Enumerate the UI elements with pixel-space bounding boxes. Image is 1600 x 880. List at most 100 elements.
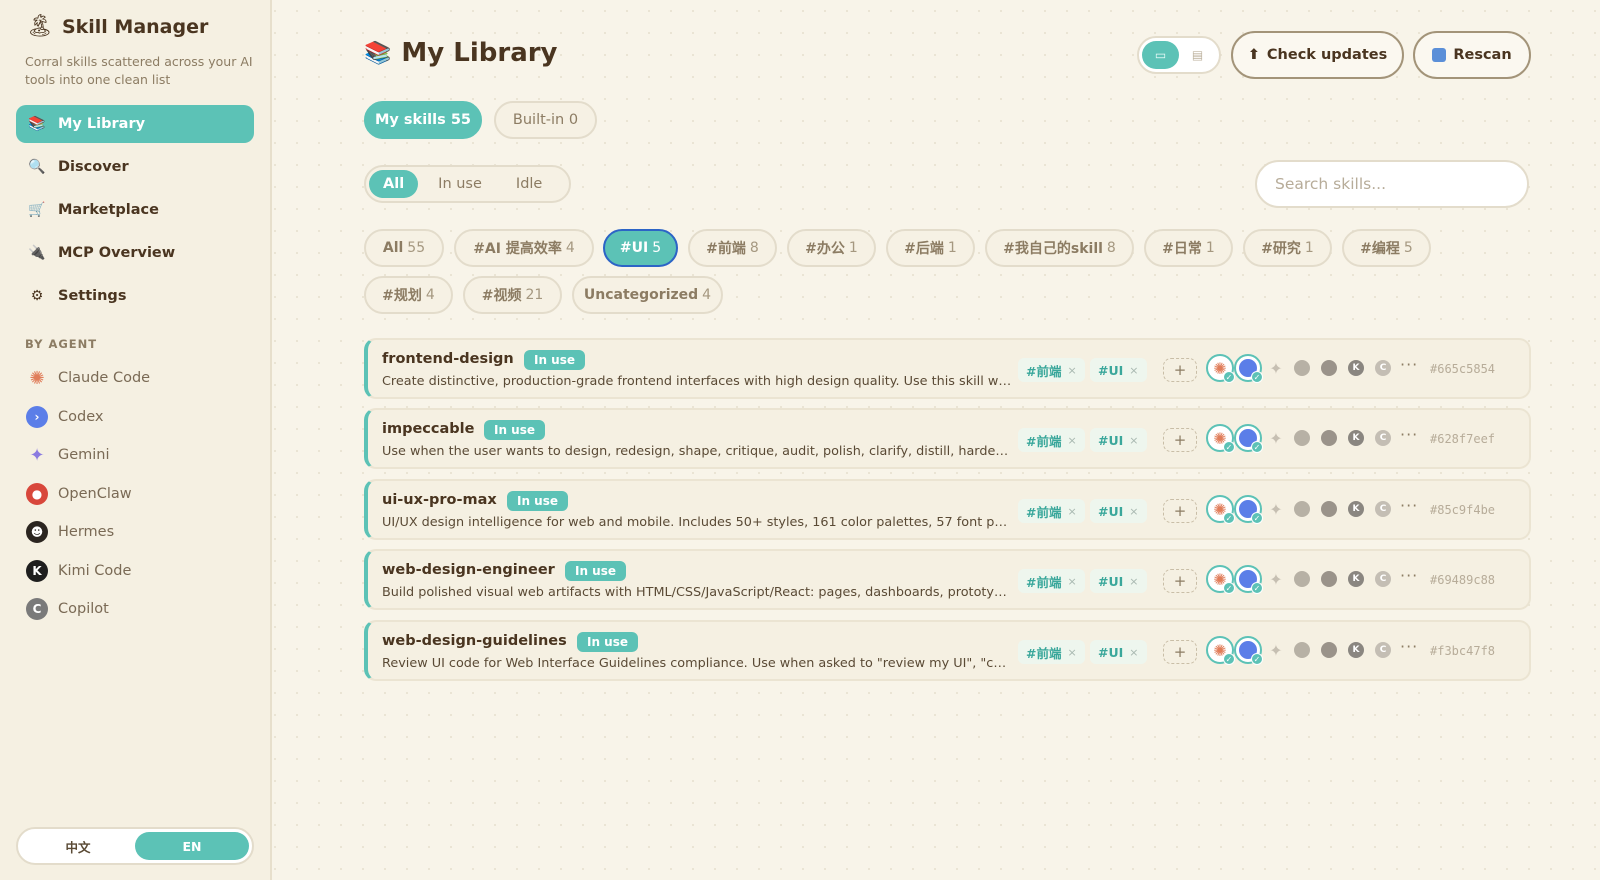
skill-row[interactable]: impeccable In use Use when the user want… <box>364 408 1531 469</box>
tab-my-skills[interactable]: My skills 55 <box>364 101 482 139</box>
lang-en-button[interactable]: EN <box>135 832 249 860</box>
add-tag-button[interactable]: + <box>1163 358 1197 382</box>
agent-toggle-openclaw[interactable] <box>1292 428 1312 448</box>
status-filter-all[interactable]: All <box>369 170 419 198</box>
agent-toggle-copilot[interactable]: C <box>1373 358 1393 378</box>
remove-tag-icon[interactable]: × <box>1129 505 1138 518</box>
tag-filter-backend[interactable]: #后端 1 <box>886 229 975 267</box>
tab-built-in[interactable]: Built-in 0 <box>494 101 597 139</box>
more-options-icon[interactable]: ··· <box>1400 637 1418 656</box>
tag-filter-office[interactable]: #办公 1 <box>787 229 876 267</box>
tag-filter-uncategorized[interactable]: Uncategorized 4 <box>572 276 723 314</box>
add-tag-button[interactable]: + <box>1163 428 1197 452</box>
remove-tag-icon[interactable]: × <box>1067 575 1076 588</box>
more-options-icon[interactable]: ··· <box>1400 496 1418 515</box>
agent-item-codex[interactable]: › Codex <box>26 398 150 437</box>
remove-tag-icon[interactable]: × <box>1067 505 1076 518</box>
nav-item-marketplace[interactable]: 🛒 Marketplace <box>16 191 254 229</box>
remove-tag-icon[interactable]: × <box>1129 364 1138 377</box>
agent-toggle-openclaw[interactable] <box>1292 358 1312 378</box>
agent-toggle-claude[interactable]: ✺ ✓ <box>1206 424 1235 453</box>
agent-toggle-copilot[interactable]: C <box>1373 569 1393 589</box>
skill-row[interactable]: web-design-engineer In use Build polishe… <box>364 549 1531 610</box>
tag-filter-label: #日常 <box>1162 241 1202 257</box>
skill-row[interactable]: frontend-design In use Create distinctiv… <box>364 338 1531 399</box>
agent-toggle-copilot[interactable]: C <box>1373 640 1393 660</box>
agent-toggle-codex[interactable]: ✓ <box>1234 636 1263 665</box>
tag-filter-planning[interactable]: #规划 4 <box>364 276 453 314</box>
more-options-icon[interactable]: ··· <box>1400 355 1418 374</box>
tag-filter-daily[interactable]: #日常 1 <box>1144 229 1233 267</box>
add-tag-button[interactable]: + <box>1163 499 1197 523</box>
agent-toggle-gemini[interactable]: ✦ <box>1266 640 1286 660</box>
agent-toggle-claude[interactable]: ✺ ✓ <box>1206 565 1235 594</box>
more-options-icon[interactable]: ··· <box>1400 566 1418 585</box>
nav-item-mcp-overview[interactable]: 🔌 MCP Overview <box>16 234 254 272</box>
agent-toggle-claude[interactable]: ✺ ✓ <box>1206 354 1235 383</box>
remove-tag-icon[interactable]: × <box>1129 575 1138 588</box>
check-updates-button[interactable]: ⬆ Check updates <box>1231 31 1404 79</box>
remove-tag-icon[interactable]: × <box>1129 646 1138 659</box>
more-options-icon[interactable]: ··· <box>1400 425 1418 444</box>
skill-row[interactable]: ui-ux-pro-max In use UI/UX design intell… <box>364 479 1531 540</box>
agent-toggle-kimi[interactable]: K <box>1346 428 1366 448</box>
agent-item-openclaw[interactable]: ● OpenClaw <box>26 475 150 514</box>
skill-row[interactable]: web-design-guidelines In use Review UI c… <box>364 620 1531 681</box>
rescan-button[interactable]: Rescan <box>1413 31 1531 79</box>
remove-tag-icon[interactable]: × <box>1129 434 1138 447</box>
agent-toggle-hermes[interactable] <box>1319 569 1339 589</box>
tag-filter-count: 4 <box>565 240 575 256</box>
tag-filter-coding[interactable]: #编程 5 <box>1342 229 1431 267</box>
agent-toggle-kimi[interactable]: K <box>1346 358 1366 378</box>
tag-filter-all[interactable]: All 55 <box>364 229 444 267</box>
tag-filter-ui[interactable]: #UI 5 <box>603 229 678 267</box>
nav-item-discover[interactable]: 🔍 Discover <box>16 148 254 186</box>
add-tag-button[interactable]: + <box>1163 640 1197 664</box>
agent-toggle-codex[interactable]: ✓ <box>1234 565 1263 594</box>
tag-filter-video[interactable]: #视频 21 <box>463 276 562 314</box>
agent-toggle-openclaw[interactable] <box>1292 569 1312 589</box>
tag-filter-count: 8 <box>1106 240 1116 256</box>
agent-item-kimi-code[interactable]: K Kimi Code <box>26 552 150 591</box>
agent-toggle-hermes[interactable] <box>1319 358 1339 378</box>
agent-toggle-claude[interactable]: ✺ ✓ <box>1206 495 1235 524</box>
agent-toggle-codex[interactable]: ✓ <box>1234 495 1263 524</box>
card-view-button[interactable]: ▭ <box>1142 41 1179 69</box>
agent-toggle-hermes[interactable] <box>1319 499 1339 519</box>
list-view-button[interactable]: ▤ <box>1179 41 1216 69</box>
agent-toggle-hermes[interactable] <box>1319 640 1339 660</box>
add-tag-button[interactable]: + <box>1163 569 1197 593</box>
agent-toggle-gemini[interactable]: ✦ <box>1266 499 1286 519</box>
agent-toggle-claude[interactable]: ✺ ✓ <box>1206 636 1235 665</box>
search-input[interactable] <box>1255 160 1529 208</box>
tag-filter-frontend[interactable]: #前端 8 <box>688 229 777 267</box>
lang-zh-button[interactable]: 中文 <box>21 832 135 860</box>
agent-toggle-openclaw[interactable] <box>1292 499 1312 519</box>
agent-toggle-copilot[interactable]: C <box>1373 428 1393 448</box>
agent-toggle-kimi[interactable]: K <box>1346 499 1366 519</box>
agent-toggle-openclaw[interactable] <box>1292 640 1312 660</box>
remove-tag-icon[interactable]: × <box>1067 364 1076 377</box>
agent-toggle-copilot[interactable]: C <box>1373 499 1393 519</box>
agent-toggle-gemini[interactable]: ✦ <box>1266 428 1286 448</box>
agent-item-hermes[interactable]: ☻ Hermes <box>26 513 150 552</box>
agent-toggle-gemini[interactable]: ✦ <box>1266 358 1286 378</box>
agent-item-claude-code[interactable]: ✺ Claude Code <box>26 359 150 398</box>
agent-item-gemini[interactable]: ✦ Gemini <box>26 436 150 475</box>
agent-item-copilot[interactable]: C Copilot <box>26 590 150 629</box>
status-filter-in-use[interactable]: In use <box>424 170 496 198</box>
remove-tag-icon[interactable]: × <box>1067 646 1076 659</box>
agent-toggle-gemini[interactable]: ✦ <box>1266 569 1286 589</box>
agent-toggle-kimi[interactable]: K <box>1346 640 1366 660</box>
nav-item-settings[interactable]: ⚙ Settings <box>16 277 254 315</box>
status-filter-idle[interactable]: Idle <box>502 170 556 198</box>
agent-toggle-hermes[interactable] <box>1319 428 1339 448</box>
remove-tag-icon[interactable]: × <box>1067 434 1076 447</box>
tag-filter-my-own-skill[interactable]: #我自己的skill 8 <box>985 229 1134 267</box>
tag-filter-ai[interactable]: #AI 提高效率 4 <box>454 229 594 267</box>
nav-item-my-library[interactable]: 📚 My Library <box>16 105 254 143</box>
agent-toggle-codex[interactable]: ✓ <box>1234 424 1263 453</box>
agent-toggle-codex[interactable]: ✓ <box>1234 354 1263 383</box>
tag-filter-research[interactable]: #研究 1 <box>1243 229 1332 267</box>
agent-toggle-kimi[interactable]: K <box>1346 569 1366 589</box>
